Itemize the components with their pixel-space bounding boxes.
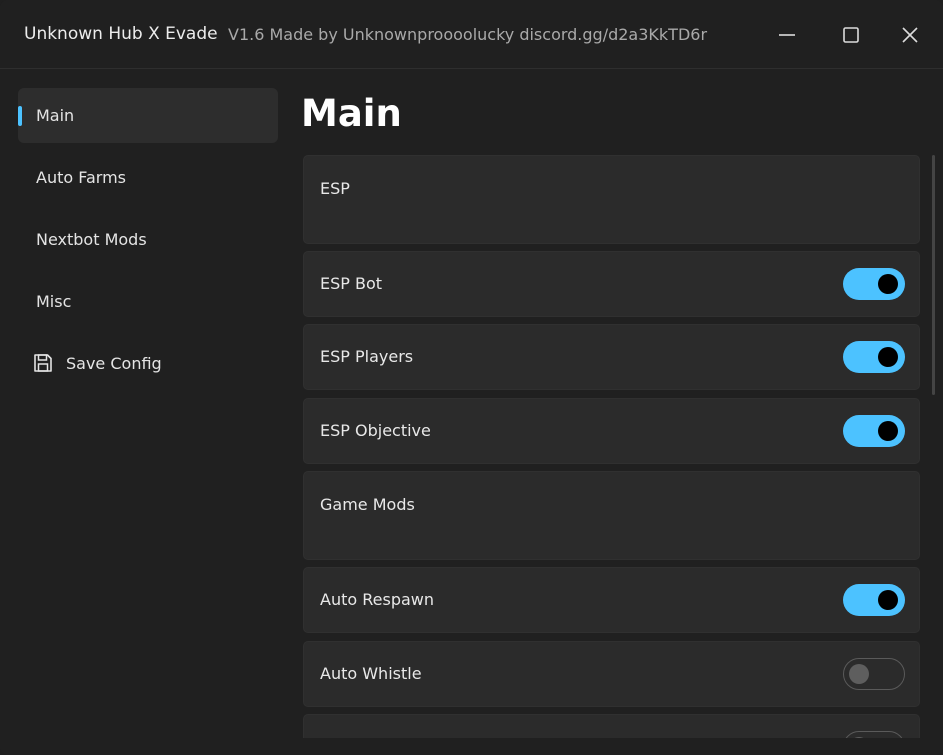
esp-bot-toggle[interactable]: [843, 268, 905, 300]
sidebar-item-save-config[interactable]: Save Config: [18, 336, 278, 391]
save-icon: [34, 354, 52, 372]
minimize-button[interactable]: [770, 18, 804, 52]
esp-objective-toggle[interactable]: [843, 415, 905, 447]
esp-players-toggle[interactable]: [843, 341, 905, 373]
sidebar-item-auto-farms[interactable]: Auto Farms: [18, 150, 278, 205]
scrollbar[interactable]: [932, 155, 935, 395]
settings-list[interactable]: ESP ESP Bot ESP Players ESP Objective Ga…: [303, 155, 920, 738]
page-title: Main: [301, 92, 402, 135]
sidebar-item-label: Auto Farms: [36, 168, 126, 187]
auto-respawn-toggle[interactable]: [843, 584, 905, 616]
section-header-esp: ESP: [303, 155, 920, 244]
toggle-label: Auto Respawn: [320, 590, 434, 609]
toggle-label: ESP Objective: [320, 421, 431, 440]
toggle-row-auto-respawn[interactable]: Auto Respawn: [303, 567, 920, 633]
toggle-knob: [849, 663, 869, 684]
sidebar-item-nextbot-mods[interactable]: Nextbot Mods: [18, 212, 278, 267]
auto-whistle-toggle[interactable]: [843, 658, 905, 690]
toggle-label: ESP Bot: [320, 274, 383, 293]
close-icon: [902, 27, 918, 43]
title-bar[interactable]: Unknown Hub X Evade V1.6 Made by Unknown…: [0, 0, 943, 69]
toggle-row-esp-bot[interactable]: ESP Bot: [303, 251, 920, 317]
toggle-knob: [878, 590, 898, 610]
section-label: ESP: [320, 179, 350, 198]
toggle-knob: [878, 274, 898, 294]
sidebar-item-label: Misc: [36, 292, 72, 311]
maximize-button[interactable]: [834, 18, 868, 52]
partial-toggle[interactable]: [843, 731, 905, 738]
sidebar-item-main[interactable]: Main: [18, 88, 278, 143]
minimize-icon: [779, 34, 795, 36]
toggle-row-partial[interactable]: [303, 714, 920, 738]
toggle-knob: [878, 421, 898, 441]
window-subtitle: V1.6 Made by Unknownproooolucky discord.…: [228, 25, 708, 44]
toggle-row-auto-whistle[interactable]: Auto Whistle: [303, 641, 920, 707]
toggle-knob: [878, 347, 898, 367]
toggle-knob: [849, 736, 869, 738]
sidebar-item-label: Nextbot Mods: [36, 230, 147, 249]
sidebar-item-label: Save Config: [66, 354, 162, 373]
active-indicator: [18, 106, 22, 126]
sidebar-item-misc[interactable]: Misc: [18, 274, 278, 329]
sidebar: Main Auto Farms Nextbot Mods Misc Save C…: [0, 69, 290, 755]
section-header-game-mods: Game Mods: [303, 471, 920, 560]
toggle-row-esp-players[interactable]: ESP Players: [303, 324, 920, 390]
app-window: Unknown Hub X Evade V1.6 Made by Unknown…: [0, 0, 943, 755]
toggle-label: ESP Players: [320, 347, 414, 366]
window-title: Unknown Hub X Evade: [24, 24, 218, 44]
section-label: Game Mods: [320, 495, 415, 514]
sidebar-item-label: Main: [36, 106, 75, 125]
toggle-row-esp-objective[interactable]: ESP Objective: [303, 398, 920, 464]
toggle-label: Auto Whistle: [320, 664, 422, 683]
maximize-icon: [843, 27, 859, 43]
close-button[interactable]: [893, 18, 927, 52]
